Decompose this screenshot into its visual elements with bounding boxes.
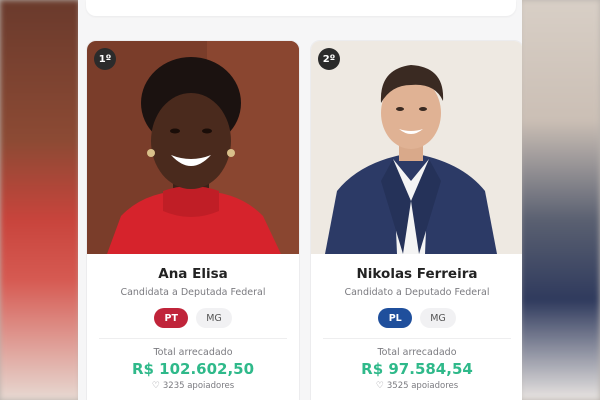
- supporters-count: ♡ 3525 apoiadores: [311, 381, 522, 391]
- party-badge: PT: [154, 308, 189, 328]
- previous-card-edge: [86, 0, 516, 16]
- supporters-text: 3525 apoiadores: [386, 381, 459, 391]
- candidate-name: Nikolas Ferreira: [356, 266, 478, 282]
- candidate-role: Candidata a Deputada Federal: [120, 287, 266, 298]
- amount-raised: R$ 102.602,50: [131, 360, 255, 378]
- supporters-text: 3235 apoiadores: [162, 381, 235, 391]
- blurred-background-right: [520, 0, 600, 400]
- heart-outline-icon: ♡: [375, 381, 384, 391]
- state-badge: MG: [196, 308, 232, 328]
- rank-badge: 2º: [318, 48, 340, 70]
- amount-raised: R$ 97.584,54: [361, 360, 473, 378]
- state-badge: MG: [420, 308, 456, 328]
- heart-outline-icon: ♡: [151, 381, 160, 391]
- ranking-panel: 1º Ana Elisa Candidata a Deputada Federa…: [78, 0, 522, 400]
- candidate-photo: 1º: [87, 41, 299, 254]
- divider: [99, 338, 287, 339]
- supporters-count: ♡ 3235 apoiadores: [87, 381, 299, 391]
- blurred-background-left: [0, 0, 80, 400]
- rank-badge: 1º: [94, 48, 116, 70]
- total-label: Total arrecadado: [153, 347, 233, 358]
- candidate-photo: 2º: [311, 41, 522, 254]
- candidate-name: Ana Elisa: [158, 266, 228, 282]
- total-label: Total arrecadado: [377, 347, 457, 358]
- candidate-card[interactable]: 1º Ana Elisa Candidata a Deputada Federa…: [86, 40, 300, 400]
- candidate-card[interactable]: 2º Nikolas Ferreira Candidato a Deputado…: [310, 40, 522, 400]
- party-badge: PL: [378, 308, 413, 328]
- candidate-role: Candidato a Deputado Federal: [344, 287, 490, 298]
- divider: [323, 338, 511, 339]
